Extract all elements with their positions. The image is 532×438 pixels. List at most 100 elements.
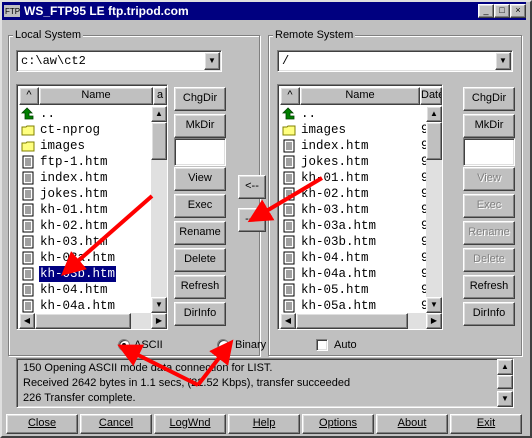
scroll-thumb[interactable] — [497, 375, 513, 389]
remote-path-text: / — [282, 54, 290, 68]
scroll-thumb[interactable] — [426, 122, 442, 160]
list-item[interactable]: .. — [280, 106, 442, 122]
local-path-combo[interactable]: c:\aw\ct2 ▼ — [16, 50, 222, 72]
remote-rows: ..images981index.htm980jokes.htm980kh-01… — [280, 106, 442, 314]
list-item[interactable]: index.htm — [19, 170, 167, 186]
log-vertical-scrollbar[interactable]: ▲ ▼ — [497, 359, 513, 407]
list-item[interactable]: kh-03.htm981 — [280, 202, 442, 218]
local-delete-button[interactable]: Delete — [174, 248, 226, 272]
list-item[interactable]: kh-03b.htm981 — [280, 234, 442, 250]
list-item[interactable]: images — [19, 138, 167, 154]
logwnd-button[interactable]: LogWnd — [154, 414, 226, 434]
scroll-down-icon[interactable]: ▼ — [426, 297, 442, 313]
chevron-down-icon[interactable]: ▼ — [204, 52, 220, 70]
remote-vertical-scrollbar[interactable]: ▲ ▼ — [426, 106, 442, 313]
list-item[interactable]: kh-05a.htm981 — [280, 298, 442, 314]
list-item[interactable]: jokes.htm980 — [280, 154, 442, 170]
list-item[interactable]: jokes.htm — [19, 186, 167, 202]
about-button[interactable]: About — [376, 414, 448, 434]
scroll-up-icon[interactable]: ▲ — [151, 106, 167, 122]
local-exec-button[interactable]: Exec — [174, 194, 226, 218]
scroll-left-icon[interactable]: ◀ — [19, 313, 35, 329]
title-bar[interactable]: FTP WS_FTP95 LE ftp.tripod.com _ □ × — [2, 2, 526, 20]
file-name: images — [301, 123, 347, 137]
file-icon — [283, 299, 295, 313]
remote-exec-button[interactable]: Exec — [463, 194, 515, 218]
cancel-button[interactable]: Cancel — [80, 414, 152, 434]
list-item[interactable]: index.htm980 — [280, 138, 442, 154]
remote-view-button[interactable]: View — [463, 167, 515, 191]
remote-command-field[interactable] — [463, 138, 515, 166]
button-label: Cancel — [98, 417, 134, 429]
exit-button[interactable]: Exit — [450, 414, 522, 434]
scroll-down-icon[interactable]: ▼ — [497, 391, 513, 407]
local-view-button[interactable]: View — [174, 167, 226, 191]
scroll-right-icon[interactable]: ▶ — [426, 313, 442, 329]
scroll-up-icon[interactable]: ▲ — [497, 359, 513, 375]
list-item[interactable]: kh-02.htm981 — [280, 186, 442, 202]
scroll-right-icon[interactable]: ▶ — [151, 313, 167, 329]
scroll-thumb[interactable] — [151, 122, 167, 160]
remote-path-combo[interactable]: / ▼ — [277, 50, 513, 72]
remote-dirinfo-button[interactable]: DirInfo — [463, 302, 515, 326]
options-button[interactable]: Options — [302, 414, 374, 434]
local-extra-header[interactable]: a — [153, 87, 167, 105]
list-item[interactable]: kh-02.htm — [19, 218, 167, 234]
local-file-list[interactable]: ^ Name a .. ct-nprog images ftp-1.htm index.… — [16, 84, 168, 330]
list-item[interactable]: images981 — [280, 122, 442, 138]
scroll-thumb[interactable] — [35, 313, 131, 329]
file-name: kh-04a.htm — [301, 267, 377, 281]
local-chgdir-button[interactable]: ChgDir — [174, 87, 226, 111]
list-item[interactable]: kh-04.htm981 — [280, 250, 442, 266]
remote-chgdir-button[interactable]: ChgDir — [463, 87, 515, 111]
binary-radio[interactable] — [217, 339, 229, 351]
scroll-down-icon[interactable]: ▼ — [151, 297, 167, 313]
local-mkdir-button[interactable]: MkDir — [174, 114, 226, 138]
help-button[interactable]: Help — [228, 414, 300, 434]
local-rename-button[interactable]: Rename — [174, 221, 226, 245]
list-item[interactable]: kh-01.htm981 — [280, 170, 442, 186]
list-item[interactable]: kh-05.htm981 — [280, 282, 442, 298]
remote-horizontal-scrollbar[interactable]: ◀ ▶ — [280, 313, 442, 329]
transfer-to-remote-button[interactable]: --> — [238, 208, 266, 232]
maximize-button[interactable]: □ — [494, 4, 510, 18]
list-item[interactable]: kh-03b.htm — [19, 266, 167, 282]
list-item[interactable]: .. — [19, 106, 167, 122]
remote-file-list[interactable]: ^ Name Date ..images981index.htm980jokes… — [277, 84, 443, 330]
remote-mkdir-button[interactable]: MkDir — [463, 114, 515, 138]
remote-refresh-button[interactable]: Refresh — [463, 275, 515, 299]
list-item[interactable]: kh-03a.htm — [19, 250, 167, 266]
list-item[interactable]: kh-04a.htm — [19, 298, 167, 314]
chevron-down-icon[interactable]: ▼ — [495, 52, 511, 70]
local-system-label: Local System — [13, 28, 84, 42]
close-window-button[interactable]: × — [510, 4, 526, 18]
transfer-to-local-button[interactable]: <-- — [238, 175, 266, 199]
remote-rename-button[interactable]: Rename — [463, 221, 515, 245]
local-sort-header[interactable]: ^ — [19, 87, 39, 105]
scroll-up-icon[interactable]: ▲ — [426, 106, 442, 122]
local-name-header[interactable]: Name — [39, 87, 153, 105]
ascii-radio[interactable] — [118, 339, 130, 351]
remote-sort-header[interactable]: ^ — [280, 87, 300, 105]
local-refresh-button[interactable]: Refresh — [174, 275, 226, 299]
list-item[interactable]: kh-04.htm — [19, 282, 167, 298]
remote-delete-button[interactable]: Delete — [463, 248, 515, 272]
remote-date-header[interactable]: Date — [420, 87, 442, 105]
list-item[interactable]: ftp-1.htm — [19, 154, 167, 170]
list-item[interactable]: kh-01.htm — [19, 202, 167, 218]
auto-checkbox[interactable] — [316, 339, 328, 351]
scroll-thumb[interactable] — [296, 313, 408, 329]
remote-name-header[interactable]: Name — [300, 87, 420, 105]
minimize-button[interactable]: _ — [478, 4, 494, 18]
local-dirinfo-button[interactable]: DirInfo — [174, 302, 226, 326]
close-button[interactable]: Close — [6, 414, 78, 434]
list-item[interactable]: kh-04a.htm981 — [280, 266, 442, 282]
local-horizontal-scrollbar[interactable]: ◀ ▶ — [19, 313, 167, 329]
local-command-field[interactable] — [174, 138, 226, 166]
list-item[interactable]: kh-03a.htm981 — [280, 218, 442, 234]
message-log[interactable]: 150 Opening ASCII mode data connection f… — [16, 358, 514, 408]
local-vertical-scrollbar[interactable]: ▲ ▼ — [151, 106, 167, 313]
scroll-left-icon[interactable]: ◀ — [280, 313, 296, 329]
list-item[interactable]: ct-nprog — [19, 122, 167, 138]
list-item[interactable]: kh-03.htm — [19, 234, 167, 250]
